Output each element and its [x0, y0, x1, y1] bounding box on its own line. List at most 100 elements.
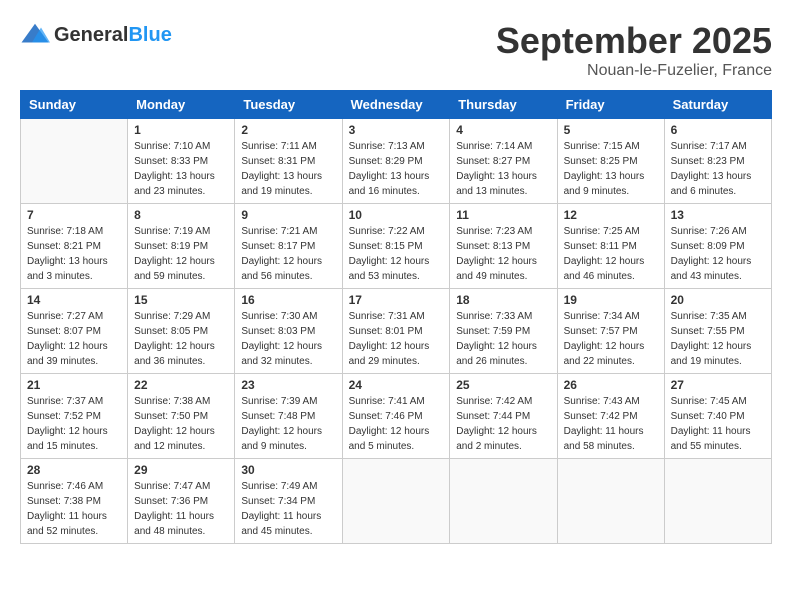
calendar-cell — [450, 459, 557, 544]
title-block: September 2025 Nouan-le-Fuzelier, France — [496, 20, 772, 80]
day-info: Sunrise: 7:22 AMSunset: 8:15 PMDaylight:… — [349, 224, 444, 284]
calendar-header-saturday: Saturday — [664, 91, 771, 119]
day-number: 4 — [456, 123, 550, 137]
calendar-header-wednesday: Wednesday — [342, 91, 450, 119]
logo-icon — [20, 20, 50, 50]
logo-text-blue: Blue — [128, 24, 171, 46]
day-info: Sunrise: 7:41 AMSunset: 7:46 PMDaylight:… — [349, 394, 444, 454]
day-info: Sunrise: 7:26 AMSunset: 8:09 PMDaylight:… — [671, 224, 765, 284]
calendar-cell: 28 Sunrise: 7:46 AMSunset: 7:38 PMDayligh… — [21, 459, 128, 544]
calendar-header-thursday: Thursday — [450, 91, 557, 119]
day-number: 5 — [564, 123, 658, 137]
calendar-cell: 19 Sunrise: 7:34 AMSunset: 7:57 PMDayligh… — [557, 289, 664, 374]
day-info: Sunrise: 7:34 AMSunset: 7:57 PMDaylight:… — [564, 309, 658, 369]
day-number: 1 — [134, 123, 228, 137]
day-number: 22 — [134, 378, 228, 392]
day-info: Sunrise: 7:37 AMSunset: 7:52 PMDaylight:… — [27, 394, 121, 454]
day-number: 10 — [349, 208, 444, 222]
calendar-location: Nouan-le-Fuzelier, France — [496, 62, 772, 80]
calendar-cell: 18 Sunrise: 7:33 AMSunset: 7:59 PMDayligh… — [450, 289, 557, 374]
calendar-cell: 7 Sunrise: 7:18 AMSunset: 8:21 PMDaylight… — [21, 204, 128, 289]
calendar-cell: 23 Sunrise: 7:39 AMSunset: 7:48 PMDayligh… — [235, 374, 342, 459]
calendar-cell: 5 Sunrise: 7:15 AMSunset: 8:25 PMDaylight… — [557, 119, 664, 204]
day-info: Sunrise: 7:38 AMSunset: 7:50 PMDaylight:… — [134, 394, 228, 454]
calendar-cell: 20 Sunrise: 7:35 AMSunset: 7:55 PMDayligh… — [664, 289, 771, 374]
calendar-cell — [664, 459, 771, 544]
calendar-week-row: 1 Sunrise: 7:10 AMSunset: 8:33 PMDaylight… — [21, 119, 772, 204]
logo: GeneralBlue — [20, 20, 172, 50]
day-number: 15 — [134, 293, 228, 307]
day-info: Sunrise: 7:19 AMSunset: 8:19 PMDaylight:… — [134, 224, 228, 284]
day-number: 14 — [27, 293, 121, 307]
calendar-cell: 2Sunrise: 7:11 AMSunset: 8:31 PMDaylight… — [235, 119, 342, 204]
calendar-cell: 26 Sunrise: 7:43 AMSunset: 7:42 PMDayligh… — [557, 374, 664, 459]
day-info: Sunrise: 7:29 AMSunset: 8:05 PMDaylight:… — [134, 309, 228, 369]
calendar-week-row: 14Sunrise: 7:27 AMSunset: 8:07 PMDayligh… — [21, 289, 772, 374]
day-number: 2 — [241, 123, 335, 137]
calendar-cell: 6Sunrise: 7:17 AMSunset: 8:23 PMDaylight… — [664, 119, 771, 204]
day-number: 24 — [349, 378, 444, 392]
day-info: Sunrise: 7:39 AMSunset: 7:48 PMDaylight:… — [241, 394, 335, 454]
day-info: Sunrise: 7:42 AMSunset: 7:44 PMDaylight:… — [456, 394, 550, 454]
day-info: Sunrise: 7:10 AMSunset: 8:33 PMDaylight:… — [134, 139, 228, 199]
day-number: 7 — [27, 208, 121, 222]
day-number: 3 — [349, 123, 444, 137]
day-info: Sunrise: 7:21 AMSunset: 8:17 PMDaylight:… — [241, 224, 335, 284]
day-number: 29 — [134, 463, 228, 477]
day-info: Sunrise: 7:35 AMSunset: 7:55 PMDaylight:… — [671, 309, 765, 369]
calendar-cell: 15 Sunrise: 7:29 AMSunset: 8:05 PMDayligh… — [128, 289, 235, 374]
day-number: 19 — [564, 293, 658, 307]
day-info: Sunrise: 7:46 AMSunset: 7:38 PMDaylight:… — [27, 479, 121, 539]
day-number: 6 — [671, 123, 765, 137]
day-number: 28 — [27, 463, 121, 477]
calendar-cell — [342, 459, 450, 544]
calendar-cell: 4Sunrise: 7:14 AMSunset: 8:27 PMDaylight… — [450, 119, 557, 204]
calendar-cell: 16 Sunrise: 7:30 AMSunset: 8:03 PMDayligh… — [235, 289, 342, 374]
day-number: 8 — [134, 208, 228, 222]
calendar-table: SundayMondayTuesdayWednesdayThursdayFrid… — [20, 90, 772, 544]
calendar-cell: 8 Sunrise: 7:19 AMSunset: 8:19 PMDaylight… — [128, 204, 235, 289]
day-number: 17 — [349, 293, 444, 307]
calendar-cell: 14Sunrise: 7:27 AMSunset: 8:07 PMDayligh… — [21, 289, 128, 374]
calendar-cell: 10 Sunrise: 7:22 AMSunset: 8:15 PMDayligh… — [342, 204, 450, 289]
day-info: Sunrise: 7:15 AMSunset: 8:25 PMDaylight:… — [564, 139, 658, 199]
day-number: 30 — [241, 463, 335, 477]
calendar-cell: 27Sunrise: 7:45 AMSunset: 7:40 PMDayligh… — [664, 374, 771, 459]
calendar-cell: 25 Sunrise: 7:42 AMSunset: 7:44 PMDayligh… — [450, 374, 557, 459]
day-number: 16 — [241, 293, 335, 307]
calendar-week-row: 28 Sunrise: 7:46 AMSunset: 7:38 PMDayligh… — [21, 459, 772, 544]
calendar-header-tuesday: Tuesday — [235, 91, 342, 119]
calendar-cell: 30Sunrise: 7:49 AMSunset: 7:34 PMDayligh… — [235, 459, 342, 544]
day-info: Sunrise: 7:43 AMSunset: 7:42 PMDaylight:… — [564, 394, 658, 454]
calendar-cell — [21, 119, 128, 204]
calendar-cell: 13 Sunrise: 7:26 AMSunset: 8:09 PMDayligh… — [664, 204, 771, 289]
day-info: Sunrise: 7:33 AMSunset: 7:59 PMDaylight:… — [456, 309, 550, 369]
calendar-cell: 9 Sunrise: 7:21 AMSunset: 8:17 PMDaylight… — [235, 204, 342, 289]
calendar-header-friday: Friday — [557, 91, 664, 119]
day-info: Sunrise: 7:31 AMSunset: 8:01 PMDaylight:… — [349, 309, 444, 369]
day-number: 21 — [27, 378, 121, 392]
calendar-cell: 12Sunrise: 7:25 AMSunset: 8:11 PMDayligh… — [557, 204, 664, 289]
day-number: 27 — [671, 378, 765, 392]
day-number: 9 — [241, 208, 335, 222]
day-info: Sunrise: 7:47 AMSunset: 7:36 PMDaylight:… — [134, 479, 228, 539]
calendar-cell: 17 Sunrise: 7:31 AMSunset: 8:01 PMDayligh… — [342, 289, 450, 374]
calendar-title: September 2025 — [496, 20, 772, 62]
day-number: 25 — [456, 378, 550, 392]
day-number: 20 — [671, 293, 765, 307]
day-info: Sunrise: 7:18 AMSunset: 8:21 PMDaylight:… — [27, 224, 121, 284]
page-header: GeneralBlue September 2025 Nouan-le-Fuze… — [20, 20, 772, 80]
day-number: 18 — [456, 293, 550, 307]
calendar-header-sunday: Sunday — [21, 91, 128, 119]
calendar-header-row: SundayMondayTuesdayWednesdayThursdayFrid… — [21, 91, 772, 119]
calendar-week-row: 7 Sunrise: 7:18 AMSunset: 8:21 PMDaylight… — [21, 204, 772, 289]
day-info: Sunrise: 7:30 AMSunset: 8:03 PMDaylight:… — [241, 309, 335, 369]
calendar-header-monday: Monday — [128, 91, 235, 119]
calendar-cell: 1 Sunrise: 7:10 AMSunset: 8:33 PMDaylight… — [128, 119, 235, 204]
logo-text-general: General — [54, 24, 128, 46]
calendar-cell: 24 Sunrise: 7:41 AMSunset: 7:46 PMDayligh… — [342, 374, 450, 459]
calendar-cell: 22 Sunrise: 7:38 AMSunset: 7:50 PMDayligh… — [128, 374, 235, 459]
day-number: 26 — [564, 378, 658, 392]
day-number: 23 — [241, 378, 335, 392]
day-number: 13 — [671, 208, 765, 222]
